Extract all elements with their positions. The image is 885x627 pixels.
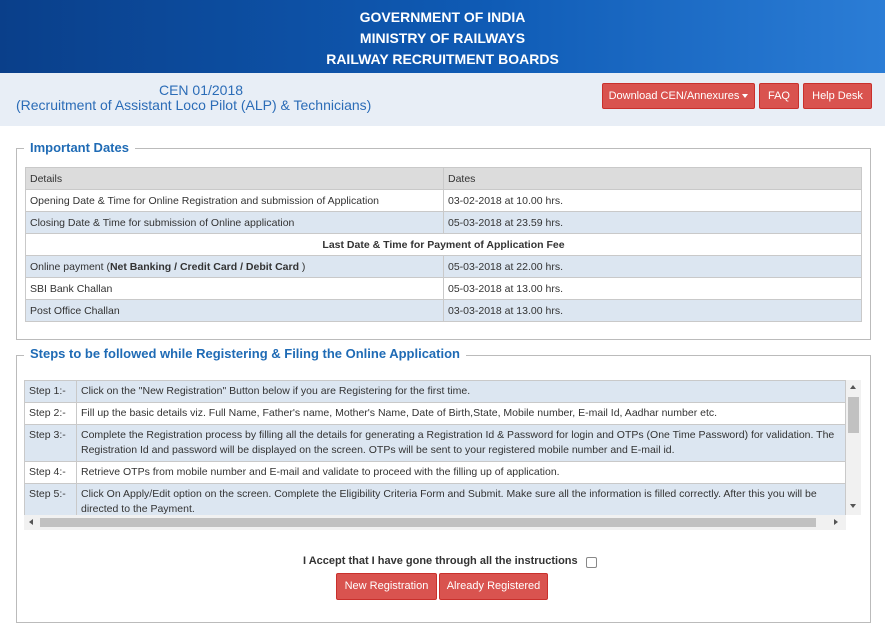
row-detail: Opening Date & Time for Online Registrat… — [25, 189, 444, 212]
caret-down-icon — [742, 94, 749, 99]
accept-instructions-checkbox[interactable] — [586, 557, 597, 568]
help-desk-button[interactable]: Help Desk — [803, 83, 872, 109]
cen-number: CEN 01/2018 — [158, 82, 244, 98]
banner-line-3: RAILWAY RECRUITMENT BOARDS — [326, 51, 559, 67]
row-detail: Online payment (Net Banking / Credit Car… — [25, 255, 444, 278]
step-row: Step 5:- Click On Apply/Edit option on t… — [24, 483, 846, 515]
already-registered-button[interactable]: Already Registered — [439, 573, 548, 600]
scroll-left-icon[interactable] — [29, 519, 33, 525]
sub-header: CEN 01/2018 (Recruitment of Assistant Lo… — [0, 73, 885, 126]
row-date: 03-03-2018 at 13.00 hrs. — [443, 299, 862, 322]
table-row: Opening Date & Time for Online Registrat… — [25, 189, 862, 212]
download-cen-label: Download CEN/Annexures — [608, 90, 740, 102]
important-dates-table: Details Dates Opening Date & Time for On… — [25, 167, 862, 322]
online-payment-suffix: ) — [299, 260, 306, 273]
table-row: Closing Date & Time for submission of On… — [25, 211, 862, 234]
banner-line-2: MINISTRY OF RAILWAYS — [359, 30, 526, 46]
horizontal-scrollbar[interactable] — [24, 515, 846, 530]
fee-heading: Last Date & Time for Payment of Applicat… — [25, 233, 862, 256]
step-text: Click on the "New Registration" Button b… — [76, 380, 846, 403]
online-payment-prefix: Online payment ( — [30, 260, 110, 273]
steps-legend: Steps to be followed while Registering &… — [24, 346, 466, 361]
step-number: Step 1:- — [24, 380, 77, 403]
row-date: 05-03-2018 at 22.00 hrs. — [443, 255, 862, 278]
step-row: Step 4:- Retrieve OTPs from mobile numbe… — [24, 461, 846, 484]
table-row: SBI Bank Challan 05-03-2018 at 13.00 hrs… — [25, 277, 862, 300]
step-number: Step 4:- — [24, 461, 77, 484]
scroll-down-icon[interactable] — [850, 504, 856, 508]
row-detail: Closing Date & Time for submission of On… — [25, 211, 444, 234]
steps-scroll-area[interactable]: Step 1:- Click on the "New Registration"… — [24, 380, 846, 515]
scroll-right-icon[interactable] — [834, 519, 838, 525]
header-details: Details — [25, 167, 444, 190]
banner-line-1: GOVERNMENT OF INDIA — [359, 9, 526, 25]
horizontal-scroll-thumb[interactable] — [40, 518, 816, 527]
header-dates: Dates — [443, 167, 862, 190]
step-text: Fill up the basic details viz. Full Name… — [76, 402, 846, 425]
accept-instructions-label: I Accept that I have gone through all th… — [303, 555, 578, 567]
vertical-scroll-thumb[interactable] — [848, 397, 859, 433]
step-text: Complete the Registration process by fil… — [76, 424, 846, 462]
fee-heading-row: Last Date & Time for Payment of Applicat… — [25, 233, 862, 256]
step-number: Step 5:- — [24, 483, 77, 515]
notice-title: CEN 01/2018 (Recruitment of Assistant Lo… — [16, 83, 386, 113]
scroll-up-icon[interactable] — [850, 385, 856, 389]
step-text: Retrieve OTPs from mobile number and E-m… — [76, 461, 846, 484]
step-row: Step 3:- Complete the Registration proce… — [24, 424, 846, 462]
vertical-scrollbar[interactable] — [846, 380, 861, 515]
table-row: Online payment (Net Banking / Credit Car… — [25, 255, 862, 278]
row-date: 05-03-2018 at 23.59 hrs. — [443, 211, 862, 234]
online-payment-modes: Net Banking / Credit Card / Debit Card — [109, 260, 299, 273]
row-date: 03-02-2018 at 10.00 hrs. — [443, 189, 862, 212]
download-cen-button[interactable]: Download CEN/Annexures — [602, 83, 755, 109]
top-banner: GOVERNMENT OF INDIA MINISTRY OF RAILWAYS… — [0, 0, 885, 73]
row-date: 05-03-2018 at 13.00 hrs. — [443, 277, 862, 300]
important-dates-legend: Important Dates — [24, 140, 135, 155]
faq-button[interactable]: FAQ — [759, 83, 799, 109]
step-number: Step 3:- — [24, 424, 77, 462]
step-row: Step 1:- Click on the "New Registration"… — [24, 380, 846, 403]
steps-table: Step 1:- Click on the "New Registration"… — [24, 380, 846, 515]
step-row: Step 2:- Fill up the basic details viz. … — [24, 402, 846, 425]
cen-subtitle: (Recruitment of Assistant Loco Pilot (AL… — [16, 97, 372, 113]
row-detail: SBI Bank Challan — [25, 277, 444, 300]
step-number: Step 2:- — [24, 402, 77, 425]
step-text: Click On Apply/Edit option on the screen… — [76, 483, 846, 515]
table-header-row: Details Dates — [25, 167, 862, 190]
row-detail: Post Office Challan — [25, 299, 444, 322]
table-row: Post Office Challan 03-03-2018 at 13.00 … — [25, 299, 862, 322]
new-registration-button[interactable]: New Registration — [336, 573, 437, 600]
